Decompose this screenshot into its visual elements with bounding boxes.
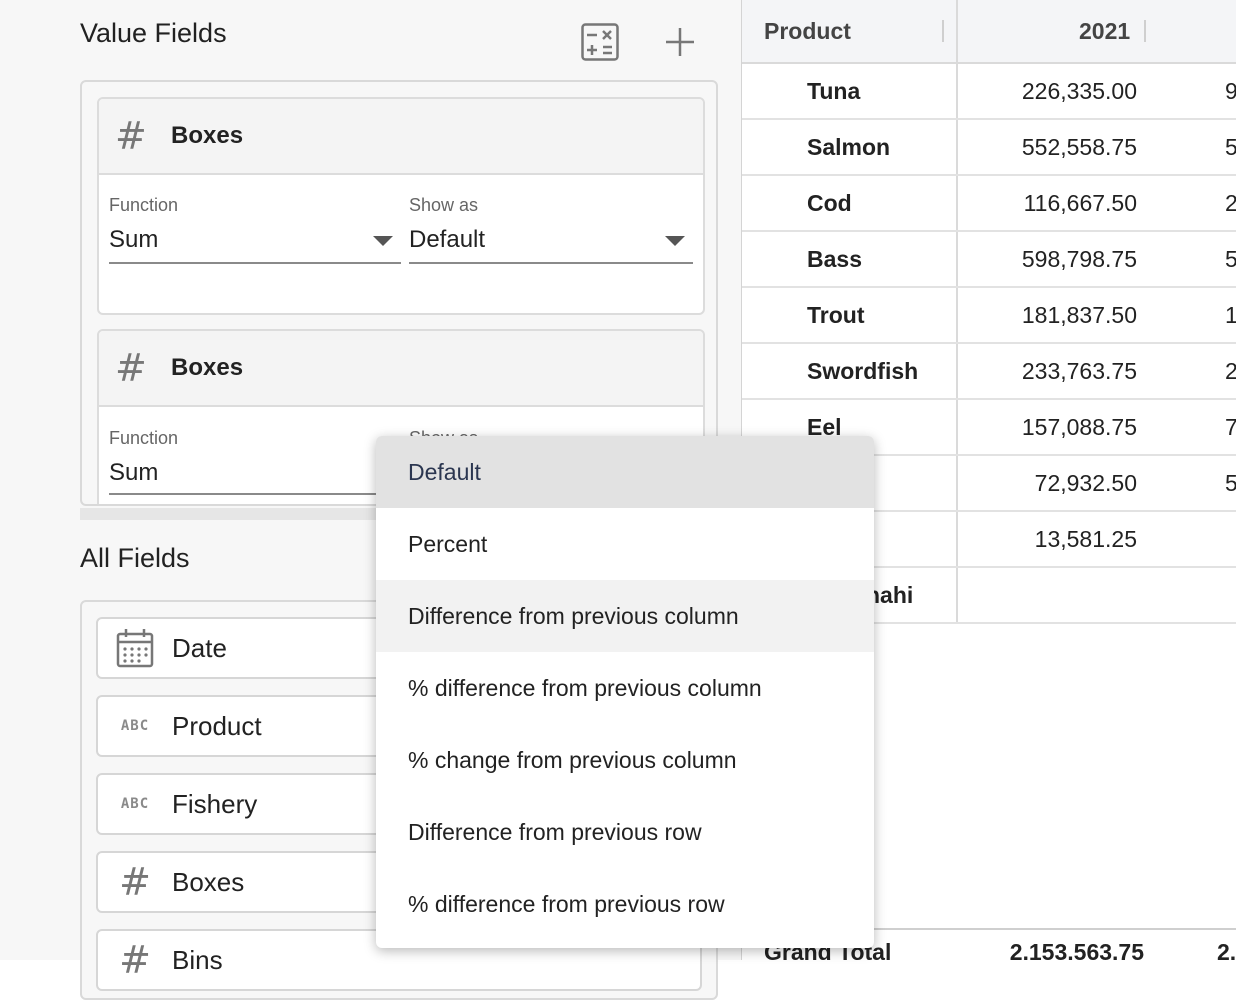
- function-label: Function: [109, 428, 179, 448]
- add-value-field-button[interactable]: [658, 20, 702, 64]
- row-value-next: 9: [1225, 64, 1236, 118]
- row-value-next: 28: [1225, 176, 1236, 230]
- value-fields-title: Value Fields: [80, 18, 227, 48]
- table-row[interactable]: Swordfish 233,763.75 28: [742, 344, 1236, 400]
- field-item-label: Product: [172, 710, 262, 741]
- row-value-2021: 157,088.75: [1021, 413, 1137, 440]
- all-fields-title: All Fields: [80, 543, 190, 573]
- row-value-2021: 598,798.75: [1021, 245, 1137, 272]
- menu-item-difference-previous-column[interactable]: Difference from previous column: [376, 580, 874, 652]
- row-value-next: 5: [1225, 456, 1236, 510]
- row-value-2021: 552,558.75: [1021, 133, 1137, 160]
- row-product: Cod: [807, 189, 852, 216]
- table-row[interactable]: Salmon 552,558.75 53: [742, 120, 1236, 176]
- menu-item-difference-previous-row[interactable]: Difference from previous row: [376, 796, 874, 868]
- menu-item-percent-change-previous-column[interactable]: % change from previous column: [376, 724, 874, 796]
- chevron-down-icon: [665, 236, 685, 246]
- row-product: Tuna: [807, 77, 861, 104]
- row-product: Swordfish: [807, 357, 919, 384]
- calculated-field-button[interactable]: [578, 20, 622, 64]
- menu-item-percent-difference-previous-column[interactable]: % difference from previous column: [376, 652, 874, 724]
- field-item-label: Date: [172, 632, 227, 663]
- plus-icon: [666, 28, 694, 56]
- value-field-name: Boxes: [171, 354, 244, 381]
- row-value-2021: 13,581.25: [1034, 525, 1137, 552]
- table-row[interactable]: Bass 598,798.75 58: [742, 232, 1236, 288]
- field-item-label: Boxes: [172, 866, 245, 897]
- table-row[interactable]: Tuna 226,335.00 9: [742, 64, 1236, 120]
- hash-icon: #: [115, 114, 147, 158]
- row-value-2021: 116,667.50: [1023, 189, 1137, 216]
- value-field-card-header[interactable]: # Boxes: [99, 99, 703, 175]
- calendar-icon: [116, 629, 154, 668]
- function-underline: [109, 262, 401, 264]
- function-label: Function: [109, 195, 179, 215]
- menu-item-percent-difference-previous-row[interactable]: % difference from previous row: [376, 868, 874, 940]
- grand-total-next: 2.1: [1217, 939, 1236, 960]
- row-product: Bass: [807, 245, 862, 272]
- field-item-label: Bins: [172, 944, 223, 975]
- row-value-next: 19: [1225, 288, 1236, 342]
- value-field-card-header[interactable]: # Boxes: [99, 331, 703, 407]
- row-value-2021: 226,335.00: [1021, 77, 1137, 104]
- row-value-2021: 72,932.50: [1034, 469, 1137, 496]
- row-value-2021: [957, 568, 1137, 622]
- grid-header: Product 2021: [742, 0, 1236, 64]
- menu-item-percent[interactable]: Percent: [376, 508, 874, 580]
- show-as-underline: [409, 262, 693, 264]
- hash-icon: #: [115, 346, 147, 390]
- value-field-card: # Boxes Function Sum Show as Default: [97, 97, 705, 315]
- show-as-label: Show as: [409, 195, 479, 215]
- abc-text-icon: ABC: [120, 796, 150, 812]
- function-value: Sum: [109, 226, 159, 253]
- row-value-next: 28: [1225, 344, 1236, 398]
- column-header-2021[interactable]: 2021: [1079, 0, 1130, 62]
- show-as-dropdown-menu: Default Percent Difference from previous…: [376, 436, 874, 948]
- show-as-value: Default: [409, 226, 486, 253]
- row-product: Salmon: [807, 133, 891, 160]
- row-value-next: 58: [1225, 232, 1236, 286]
- menu-item-default[interactable]: Default: [376, 436, 874, 508]
- column-header-product[interactable]: Product: [764, 0, 851, 62]
- hash-icon: #: [119, 860, 151, 904]
- row-product: Trout: [807, 301, 865, 328]
- abc-text-icon: ABC: [120, 718, 150, 734]
- row-value-next: 7: [1225, 400, 1236, 454]
- row-value-next: 53: [1225, 120, 1236, 174]
- function-value: Sum: [109, 459, 159, 486]
- chevron-down-icon: [373, 236, 393, 246]
- column-resize-handle[interactable]: [942, 20, 944, 42]
- table-row[interactable]: Cod 116,667.50 28: [742, 176, 1236, 232]
- row-value-2021: 181,837.50: [1021, 301, 1137, 328]
- value-field-name: Boxes: [171, 122, 244, 149]
- grand-total-2021: 2,153,563.75: [1009, 939, 1144, 960]
- calculator-icon: [581, 23, 619, 61]
- table-row[interactable]: Trout 181,837.50 19: [742, 288, 1236, 344]
- field-item-label: Fishery: [172, 788, 258, 819]
- column-resize-handle[interactable]: [1144, 20, 1146, 42]
- row-value-2021: 233,763.75: [1021, 357, 1137, 384]
- hash-icon: #: [119, 938, 151, 982]
- function-underline: [109, 493, 401, 495]
